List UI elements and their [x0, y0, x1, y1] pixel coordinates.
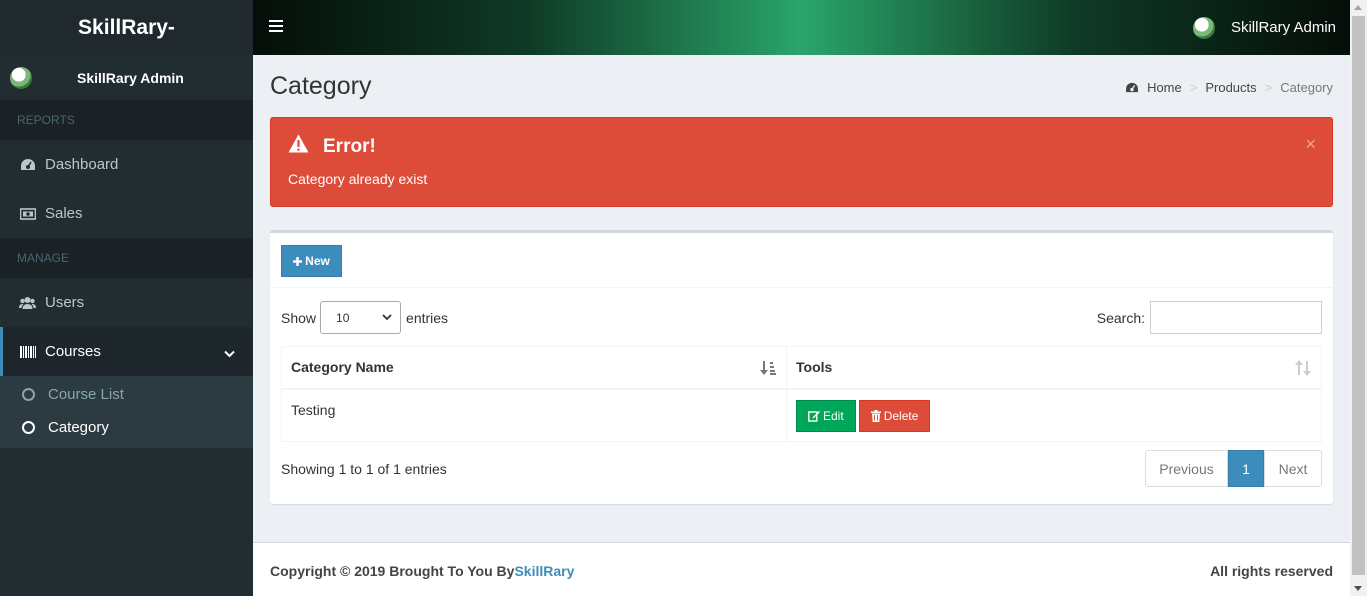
- users-icon: [19, 296, 36, 310]
- warning-icon: [288, 134, 309, 159]
- section-header-manage: MANAGE: [0, 238, 253, 278]
- chevron-down-icon: [382, 314, 392, 321]
- chevron-down-icon: [224, 345, 235, 362]
- edit-button[interactable]: Edit: [796, 399, 856, 432]
- pagination: Previous 1 Next: [1145, 450, 1322, 487]
- menu-toggle-icon[interactable]: [269, 20, 283, 35]
- sort-asc-icon: [760, 360, 776, 379]
- search-control: Search:: [1097, 301, 1322, 334]
- edit-label: Edit: [823, 408, 844, 423]
- brand-logo[interactable]: SkillRary-: [0, 0, 253, 55]
- tools-cell: Edit Delete: [786, 388, 1322, 442]
- barcode-icon: [19, 345, 36, 359]
- box-header: New: [270, 233, 1333, 288]
- pagination-previous[interactable]: Previous: [1145, 450, 1228, 487]
- sidebar-item-label: Users: [45, 294, 85, 311]
- search-label: Search:: [1096, 309, 1145, 326]
- new-category-button[interactable]: New: [281, 245, 342, 277]
- pagination-page-1[interactable]: 1: [1228, 450, 1264, 487]
- close-icon[interactable]: ×: [1305, 134, 1316, 155]
- column-header-label: Tools: [796, 359, 833, 376]
- footer: Copyright © 2019 Brought To You BySkillR…: [253, 542, 1350, 596]
- footer-rights: All rights reserved: [1210, 563, 1333, 579]
- sidebar-item-dashboard[interactable]: Dashboard: [0, 140, 253, 189]
- search-input[interactable]: [1150, 301, 1322, 334]
- breadcrumb-home[interactable]: Home: [1147, 80, 1182, 95]
- show-label: Show: [281, 309, 317, 326]
- breadcrumb-current: Category: [1280, 80, 1333, 95]
- sidebar-item-courses[interactable]: Courses: [0, 327, 253, 376]
- alert-message: Category already exist: [288, 171, 428, 187]
- entries-label: entries: [406, 309, 449, 326]
- column-header-label: Category Name: [291, 359, 394, 376]
- top-user-name: SkillRary Admin: [1230, 19, 1336, 36]
- sort-both-icon: [1295, 360, 1311, 379]
- sidebar-item-label: Sales: [45, 205, 83, 222]
- page-scrollbar[interactable]: [1350, 0, 1367, 596]
- circle-icon: [22, 421, 35, 434]
- footer-copyright: Copyright © 2019 Brought To You BySkillR…: [270, 563, 574, 579]
- delete-button[interactable]: Delete: [858, 399, 931, 432]
- sidebar: SkillRary- SkillRary Admin REPORTS Dashb…: [0, 0, 253, 596]
- sidebar-subitem-label: Course List: [48, 386, 124, 403]
- sidebar-subitem-course-list[interactable]: Course List: [0, 378, 253, 411]
- plus-icon: [293, 256, 303, 266]
- edit-icon: [808, 410, 820, 422]
- sidebar-item-label: Courses: [45, 343, 101, 360]
- breadcrumb: Home > Products > Category: [1125, 80, 1333, 95]
- breadcrumb-separator: >: [1189, 80, 1198, 95]
- skillrary-link[interactable]: SkillRary: [514, 563, 574, 579]
- page-length-control: Show 10 entries: [281, 301, 448, 334]
- sidebar-item-label: Dashboard: [45, 156, 119, 173]
- content-wrapper: Category Home > Products > Category Erro…: [253, 55, 1350, 542]
- top-navbar: SkillRary Admin: [253, 0, 1350, 55]
- page-title: Category: [270, 72, 372, 100]
- dashboard-icon: [1125, 82, 1139, 93]
- copyright-text: Copyright © 2019 Brought To You By: [270, 563, 515, 579]
- avatar: [1192, 16, 1215, 39]
- courses-submenu: Course List Category: [0, 376, 253, 448]
- alert-title: Error!: [323, 135, 376, 157]
- new-button-label: New: [305, 254, 330, 268]
- column-header-tools[interactable]: Tools: [786, 346, 1322, 390]
- avatar: [10, 66, 32, 89]
- sidebar-user-name: SkillRary Admin: [77, 69, 184, 86]
- error-alert: Error! Category already exist ×: [270, 117, 1333, 207]
- breadcrumb-products[interactable]: Products: [1205, 80, 1256, 95]
- category-table: Category Name Tools Testing Edit Delete: [281, 346, 1322, 442]
- circle-icon: [22, 388, 35, 401]
- category-box: New Show 10 entries Search: Category Nam…: [270, 230, 1333, 504]
- scroll-down-arrow-icon[interactable]: [1354, 586, 1362, 591]
- table-info: Showing 1 to 1 of 1 entries: [281, 461, 447, 477]
- sidebar-item-users[interactable]: Users: [0, 278, 253, 327]
- dashboard-icon: [19, 158, 36, 172]
- sidebar-item-sales[interactable]: Sales: [0, 189, 253, 238]
- scrollbar-thumb[interactable]: [1352, 16, 1365, 575]
- category-name-cell: Testing: [281, 388, 787, 442]
- delete-label: Delete: [883, 408, 919, 423]
- pagination-next[interactable]: Next: [1264, 450, 1322, 487]
- user-panel: SkillRary Admin: [0, 55, 253, 100]
- sidebar-subitem-category[interactable]: Category: [0, 411, 253, 444]
- section-header-reports: REPORTS: [0, 100, 253, 140]
- sidebar-subitem-label: Category: [48, 419, 109, 436]
- trash-icon: [870, 409, 881, 422]
- column-header-category-name[interactable]: Category Name: [281, 346, 787, 390]
- table-row: Testing Edit Delete: [281, 388, 1322, 442]
- page-length-value: 10: [336, 310, 350, 325]
- alert-heading: Error!: [288, 134, 376, 159]
- scroll-up-arrow-icon[interactable]: [1354, 5, 1362, 10]
- money-icon: [19, 207, 36, 221]
- breadcrumb-separator: >: [1264, 80, 1273, 95]
- user-menu[interactable]: SkillRary Admin: [1192, 0, 1336, 55]
- page-length-select[interactable]: 10: [320, 301, 402, 334]
